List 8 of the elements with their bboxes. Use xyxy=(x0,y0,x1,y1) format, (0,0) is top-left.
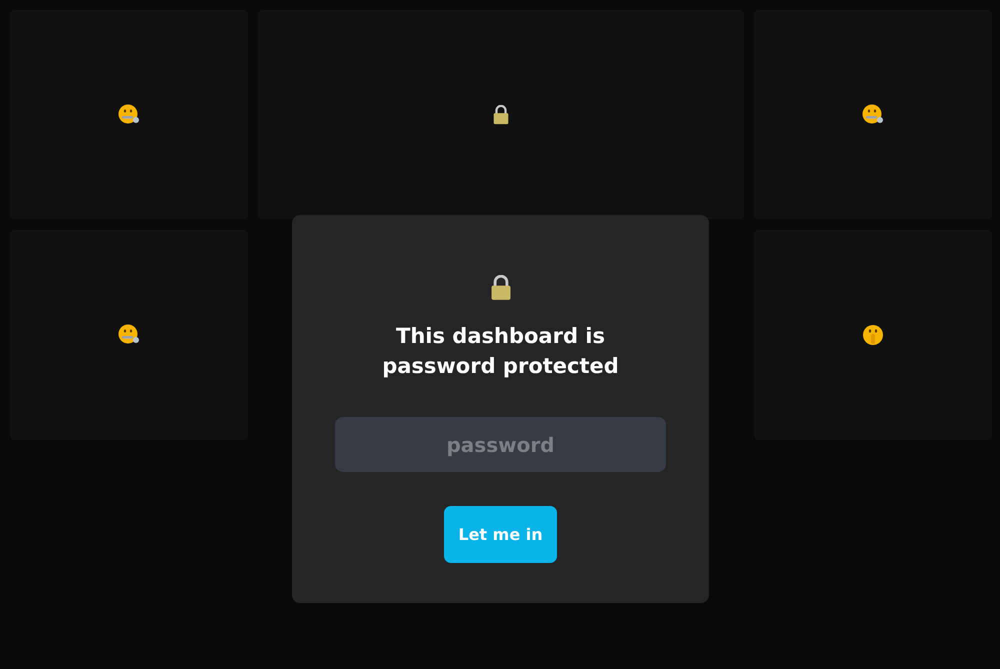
dialog-title: This dashboard is password protected xyxy=(381,323,620,380)
zipper-mouth-face-icon xyxy=(118,104,140,126)
zipper-mouth-face-icon xyxy=(118,324,140,346)
password-field[interactable]: password xyxy=(335,417,666,472)
zipper-mouth-face-icon xyxy=(862,104,884,126)
shushing-face-icon xyxy=(862,324,884,346)
lock-icon xyxy=(491,104,511,124)
login-button[interactable]: Let me in xyxy=(444,506,557,563)
